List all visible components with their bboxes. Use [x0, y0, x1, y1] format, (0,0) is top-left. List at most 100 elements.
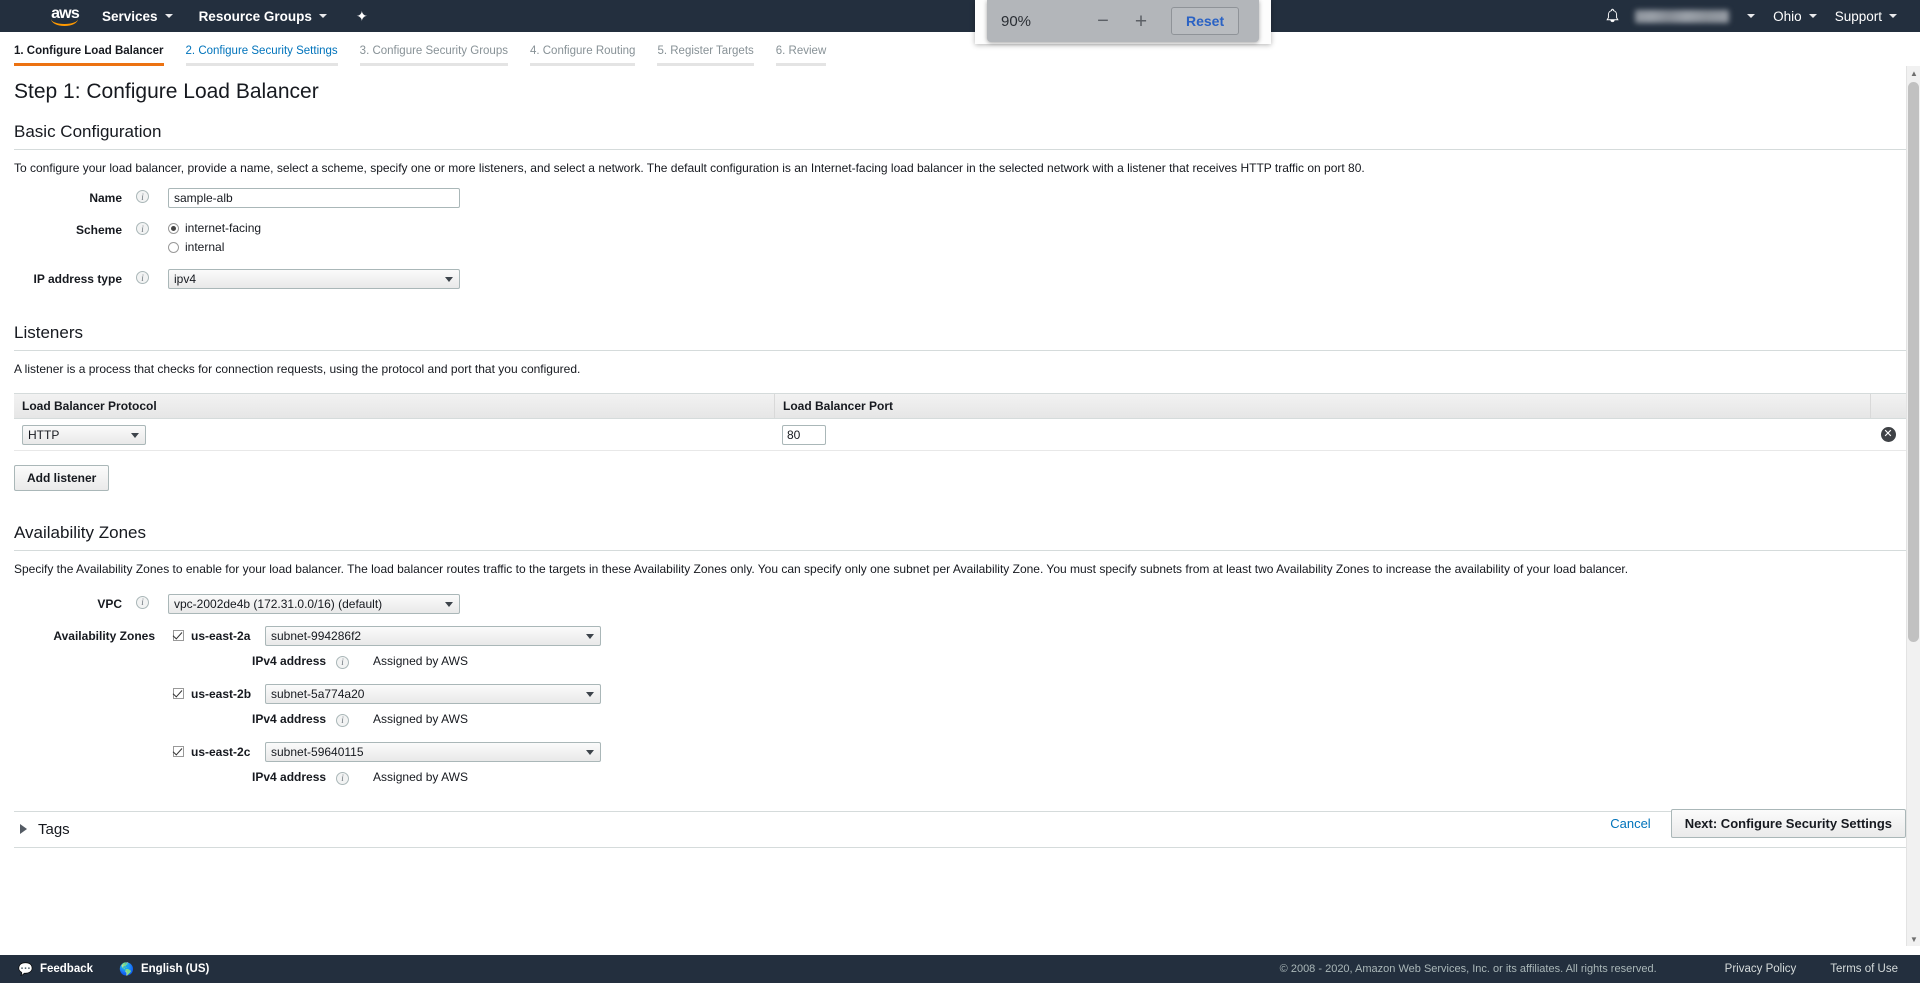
wizard-step-tabs: 1. Configure Load Balancer 2. Configure … [0, 38, 1920, 66]
footer-right-group: © 2008 - 2020, Amazon Web Services, Inc.… [1280, 963, 1920, 975]
radio-internal-icon[interactable] [168, 241, 179, 253]
vpc-select[interactable]: vpc-2002de4b (172.31.0.0/16) (default) [168, 593, 460, 614]
nav-region-menu[interactable]: Ohio [1764, 0, 1826, 32]
ipv4-value-us-east-2a: Assigned by AWS [373, 654, 468, 669]
pin-icon[interactable]: ✦ [351, 0, 373, 32]
ipv4-row-us-east-2c: IPv4 address i Assigned by AWS [173, 770, 601, 785]
nav-resource-groups-menu[interactable]: Resource Groups [189, 0, 337, 32]
listener-protocol-select[interactable]: HTTP [22, 424, 146, 445]
scrollbar-up-arrow-icon[interactable]: ▲ [1907, 66, 1920, 80]
az-subnet-value-us-east-2c: subnet-59640115 [271, 744, 364, 759]
az-name-us-east-2b: us-east-2b [191, 686, 252, 701]
basic-configuration-heading: Basic Configuration [14, 122, 1906, 150]
ipv4-info-icon[interactable]: i [336, 713, 350, 727]
speech-bubble-icon: 💬 [18, 962, 33, 976]
copyright-text: © 2008 - 2020, Amazon Web Services, Inc.… [1279, 963, 1657, 975]
zoom-out-button[interactable]: − [1087, 7, 1119, 35]
chevron-down-icon [1747, 14, 1756, 18]
chevron-down-icon [1808, 14, 1817, 18]
az-subnet-select-us-east-2c[interactable]: subnet-59640115 [265, 741, 601, 762]
listeners-table-header: Load Balancer Protocol Load Balancer Por… [14, 394, 1906, 420]
cancel-button[interactable]: Cancel [1610, 816, 1650, 831]
wizard-step-3[interactable]: 3. Configure Security Groups [359, 45, 508, 66]
nav-region-label: Ohio [1773, 8, 1802, 24]
aws-logo[interactable]: aws [44, 3, 86, 29]
footer-left-group: 💬 Feedback 🌎 English (US) [0, 962, 235, 976]
az-subnet-value-us-east-2a: subnet-994286f2 [271, 628, 362, 643]
ip-address-type-field-wrapper: ipv4 [168, 269, 460, 290]
chevron-down-icon [164, 14, 173, 18]
listener-port-input[interactable] [782, 424, 826, 445]
ipv4-info-icon[interactable]: i [336, 655, 350, 669]
vpc-value: vpc-2002de4b (172.31.0.0/16) (default) [174, 596, 383, 611]
scheme-option-internet-facing[interactable]: internet-facing [168, 220, 261, 236]
zoom-reset-button[interactable]: Reset [1171, 7, 1240, 35]
vpc-field-row: VPC i vpc-2002de4b (172.31.0.0/16) (defa… [14, 593, 1906, 614]
availability-zones-row: Availability Zones us-east-2a subnet-994… [14, 625, 1906, 785]
notifications-bell-icon[interactable] [1595, 0, 1629, 32]
account-name-redacted[interactable] [1635, 9, 1730, 23]
az-checkbox-us-east-2b[interactable] [173, 688, 184, 700]
nav-services-menu[interactable]: Services [92, 0, 183, 32]
nav-support-menu[interactable]: Support [1826, 0, 1906, 32]
scheme-option-internet-facing-label: internet-facing [185, 221, 262, 236]
availability-zones-label: Availability Zones [53, 628, 155, 643]
ipv4-info-icon[interactable]: i [336, 771, 350, 785]
feedback-label: Feedback [39, 963, 94, 975]
nav-resource-groups-label: Resource Groups [198, 8, 312, 24]
terms-of-use-link[interactable]: Terms of Use [1830, 963, 1898, 975]
wizard-step-6[interactable]: 6. Review [775, 45, 827, 66]
feedback-button[interactable]: 💬 Feedback [18, 962, 93, 976]
next-button[interactable]: Next: Configure Security Settings [1670, 808, 1906, 838]
az-name-us-east-2a: us-east-2a [191, 628, 251, 643]
list-item: us-east-2c subnet-59640115 [173, 741, 601, 762]
nav-right-group: Ohio Support [1595, 0, 1920, 32]
ip-address-type-select[interactable]: ipv4 [168, 269, 460, 290]
privacy-policy-link[interactable]: Privacy Policy [1725, 963, 1797, 975]
wizard-step-4[interactable]: 4. Configure Routing [529, 45, 636, 66]
column-header-actions [1870, 394, 1906, 419]
wizard-step-5[interactable]: 5. Register Targets [657, 45, 754, 66]
az-subnet-select-us-east-2b[interactable]: subnet-5a774a20 [265, 683, 601, 704]
listener-protocol-value: HTTP [28, 427, 60, 442]
wizard-step-2[interactable]: 2. Configure Security Settings [185, 45, 338, 66]
name-info-icon[interactable]: i [136, 190, 149, 204]
zoom-in-button[interactable]: + [1125, 7, 1157, 35]
scheme-info-icon[interactable]: i [136, 222, 149, 236]
vpc-info-icon[interactable]: i [136, 595, 149, 609]
vpc-field-wrapper: vpc-2002de4b (172.31.0.0/16) (default) [168, 593, 460, 614]
az-checkbox-us-east-2c[interactable] [173, 746, 184, 758]
wizard-step-1[interactable]: 1. Configure Load Balancer [14, 45, 164, 66]
wizard-action-bar: Cancel Next: Configure Security Settings [0, 803, 1920, 843]
basic-configuration-description: To configure your load balancer, provide… [14, 161, 1365, 175]
column-header-port: Load Balancer Port [774, 394, 1870, 419]
aws-logo-smile-icon [50, 19, 80, 26]
table-row: HTTP ✕ [14, 419, 1906, 452]
availability-zones-list: us-east-2a subnet-994286f2 IPv4 address … [173, 625, 601, 785]
az-subnet-value-us-east-2b: subnet-5a774a20 [271, 686, 365, 701]
list-item: us-east-2a subnet-994286f2 [173, 625, 601, 646]
column-header-protocol: Load Balancer Protocol [22, 399, 157, 414]
ipv4-label: IPv4 address [252, 654, 327, 669]
listeners-description: A listener is a process that checks for … [14, 362, 581, 377]
ip-address-type-info-icon[interactable]: i [136, 271, 149, 285]
language-selector[interactable]: 🌎 English (US) [119, 962, 209, 976]
list-item: us-east-2b subnet-5a774a20 [173, 683, 601, 704]
az-checkbox-us-east-2a[interactable] [173, 630, 184, 642]
az-subnet-select-us-east-2a[interactable]: subnet-994286f2 [265, 625, 601, 646]
nav-account-menu[interactable] [1731, 0, 1764, 32]
scheme-option-internal[interactable]: internal [168, 239, 261, 255]
vertical-scrollbar[interactable]: ▲ ▼ [1906, 66, 1920, 946]
scrollbar-down-arrow-icon[interactable]: ▼ [1907, 932, 1920, 946]
radio-internet-facing-icon[interactable] [168, 222, 179, 234]
add-listener-button[interactable]: Add listener [14, 465, 110, 492]
name-input[interactable] [168, 188, 460, 209]
remove-listener-icon[interactable]: ✕ [1880, 427, 1896, 443]
scrollbar-thumb[interactable] [1908, 82, 1919, 642]
nav-support-label: Support [1834, 8, 1882, 24]
ip-address-type-value: ipv4 [174, 272, 197, 287]
name-field-row: Name i [14, 188, 1906, 209]
ipv4-value-us-east-2b: Assigned by AWS [373, 712, 468, 727]
scheme-field-row: Scheme i internet-facing internal [14, 220, 1906, 255]
availability-zones-description: Specify the Availability Zones to enable… [14, 562, 1629, 577]
